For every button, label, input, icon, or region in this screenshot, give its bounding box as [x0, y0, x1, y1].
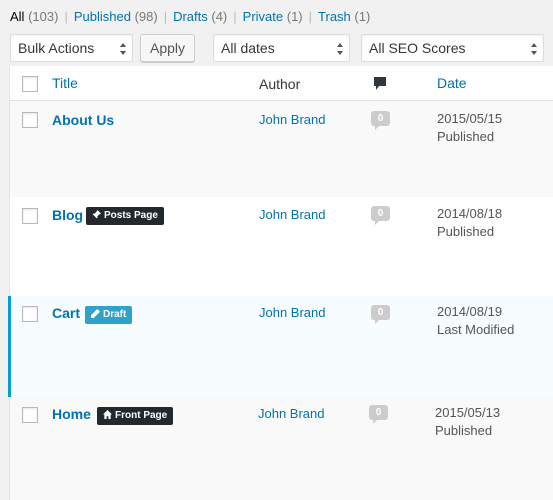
select-all-checkbox[interactable]	[22, 76, 38, 92]
filter-separator: |	[233, 9, 237, 24]
author-link[interactable]: John Brand	[259, 305, 326, 320]
filter-published[interactable]: Published (98)	[74, 9, 158, 24]
date-cell: 2015/05/13 Published	[435, 405, 501, 438]
date-cell: 2014/08/18 Published	[437, 206, 503, 239]
select-arrows-icon	[531, 43, 537, 55]
author-link[interactable]: John Brand	[259, 112, 326, 127]
date-cell: 2014/08/19 Last Modified	[437, 304, 515, 337]
comment-icon[interactable]	[373, 76, 387, 91]
posts-page-badge: Posts Page	[86, 207, 164, 225]
select-arrows-icon	[120, 43, 126, 55]
home-icon	[103, 410, 112, 419]
bulk-actions-select[interactable]: Bulk Actions	[10, 34, 133, 62]
author-column-header: Author	[259, 76, 301, 92]
pin-icon	[92, 210, 101, 219]
table-row: Cart Draft John Brand 0 2014/08/19 Last …	[8, 296, 553, 397]
date-column-header[interactable]: Date	[437, 75, 467, 91]
table-row: Blog Posts Page John Brand 0 2014/08/18 …	[10, 197, 553, 296]
date-filter-select[interactable]: All dates	[213, 34, 350, 62]
title-column-header[interactable]: Title	[52, 75, 78, 91]
comment-count-bubble[interactable]: 0	[371, 206, 390, 225]
page-title-link[interactable]: Blog	[52, 207, 83, 223]
filter-private[interactable]: Private (1)	[243, 9, 303, 24]
filter-separator: |	[64, 9, 68, 24]
pencil-icon	[91, 309, 100, 318]
draft-badge: Draft	[85, 306, 133, 324]
filter-trash[interactable]: Trash (1)	[318, 9, 370, 24]
front-page-badge: Front Page	[97, 407, 174, 425]
row-checkbox[interactable]	[22, 112, 38, 128]
comment-count-bubble[interactable]: 0	[369, 405, 388, 424]
date-cell: 2015/05/15 Published	[437, 111, 503, 144]
filter-separator: |	[308, 9, 313, 24]
author-link[interactable]: John Brand	[259, 207, 326, 222]
apply-button[interactable]: Apply	[140, 34, 195, 62]
row-checkbox[interactable]	[22, 208, 38, 224]
filter-drafts[interactable]: Drafts (4)	[173, 9, 227, 24]
author-link[interactable]: John Brand	[258, 406, 325, 421]
filter-all[interactable]: All (103)	[10, 9, 58, 24]
row-checkbox[interactable]	[22, 306, 38, 322]
page-title-link[interactable]: Cart	[52, 305, 80, 321]
seo-score-select[interactable]: All SEO Scores	[361, 34, 544, 62]
comment-count-bubble[interactable]: 0	[371, 111, 390, 130]
page-title-link[interactable]: Home	[52, 406, 91, 422]
pages-table: Title Author Date About Us John Brand 0 …	[8, 66, 553, 500]
select-arrows-icon	[337, 43, 343, 55]
comment-count-bubble[interactable]: 0	[371, 305, 390, 324]
row-highlight-bar	[8, 296, 11, 397]
row-checkbox[interactable]	[22, 407, 38, 423]
table-row: About Us John Brand 0 2015/05/15 Publish…	[10, 101, 553, 197]
filter-separator: |	[163, 9, 168, 24]
table-header: Title Author Date	[10, 66, 553, 101]
status-filters: All (103) | Published (98) | Drafts (4) | Priv…	[10, 9, 370, 24]
table-row: Home Front Page John Brand 0 2015/05/13 …	[10, 397, 553, 500]
page-title-link[interactable]: About Us	[52, 112, 114, 128]
